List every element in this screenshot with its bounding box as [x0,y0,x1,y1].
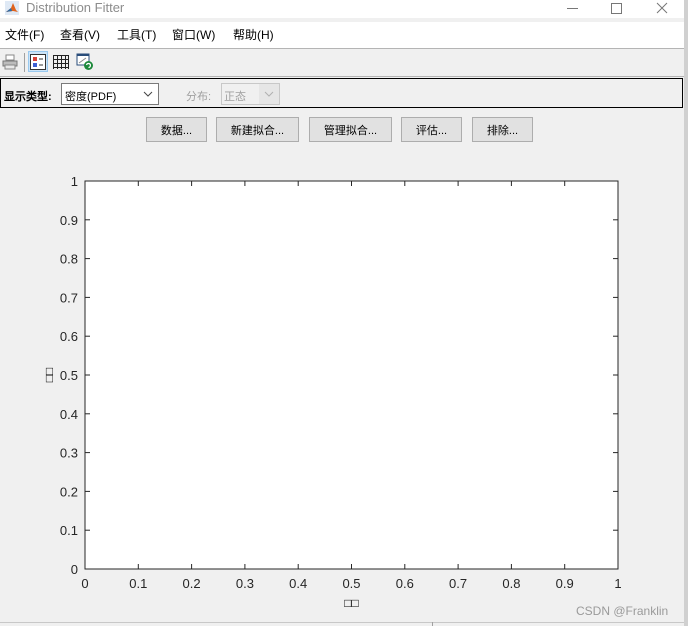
x-tick-label: 0 [81,576,88,591]
y-tick-label: 0.5 [60,368,78,383]
watermark: CSDN @Franklin [576,604,669,618]
x-tick-label: 0.8 [502,576,520,591]
y-tick-label: 0.1 [60,523,78,538]
x-tick-label: 0.3 [236,576,254,591]
window-bottom-border [0,622,684,623]
window-border [684,0,688,626]
y-tick-label: 0.9 [60,213,78,228]
x-axis-label: □□ [344,596,359,610]
y-tick-label: 0.8 [60,252,78,267]
x-tick-label: 0.7 [449,576,467,591]
x-tick-label: 0.6 [396,576,414,591]
y-tick-label: 0.3 [60,446,78,461]
y-tick-label: 0.6 [60,329,78,344]
x-tick-label: 0.1 [129,576,147,591]
x-tick-label: 0.4 [289,576,307,591]
plot-axes[interactable]: 0 0.1 0.2 0.3 0.4 0.5 0.6 0.7 0.8 0.9 1 0 0.1 0.2 0.3 0… [0,0,688,626]
x-tick-label: 0.9 [556,576,574,591]
status-divider [432,622,433,626]
y-tick-label: 0.4 [60,407,78,422]
y-tick-label: 0.2 [60,484,78,499]
y-tick-label: 1 [71,174,78,189]
plot-area [85,181,618,569]
x-tick-label: 0.2 [183,576,201,591]
y-tick-label: 0.7 [60,290,78,305]
x-tick-label: 1 [614,576,621,591]
y-axis-label: □□ [42,368,56,383]
x-tick-label: 0.5 [342,576,360,591]
y-tick-label: 0 [71,562,78,577]
